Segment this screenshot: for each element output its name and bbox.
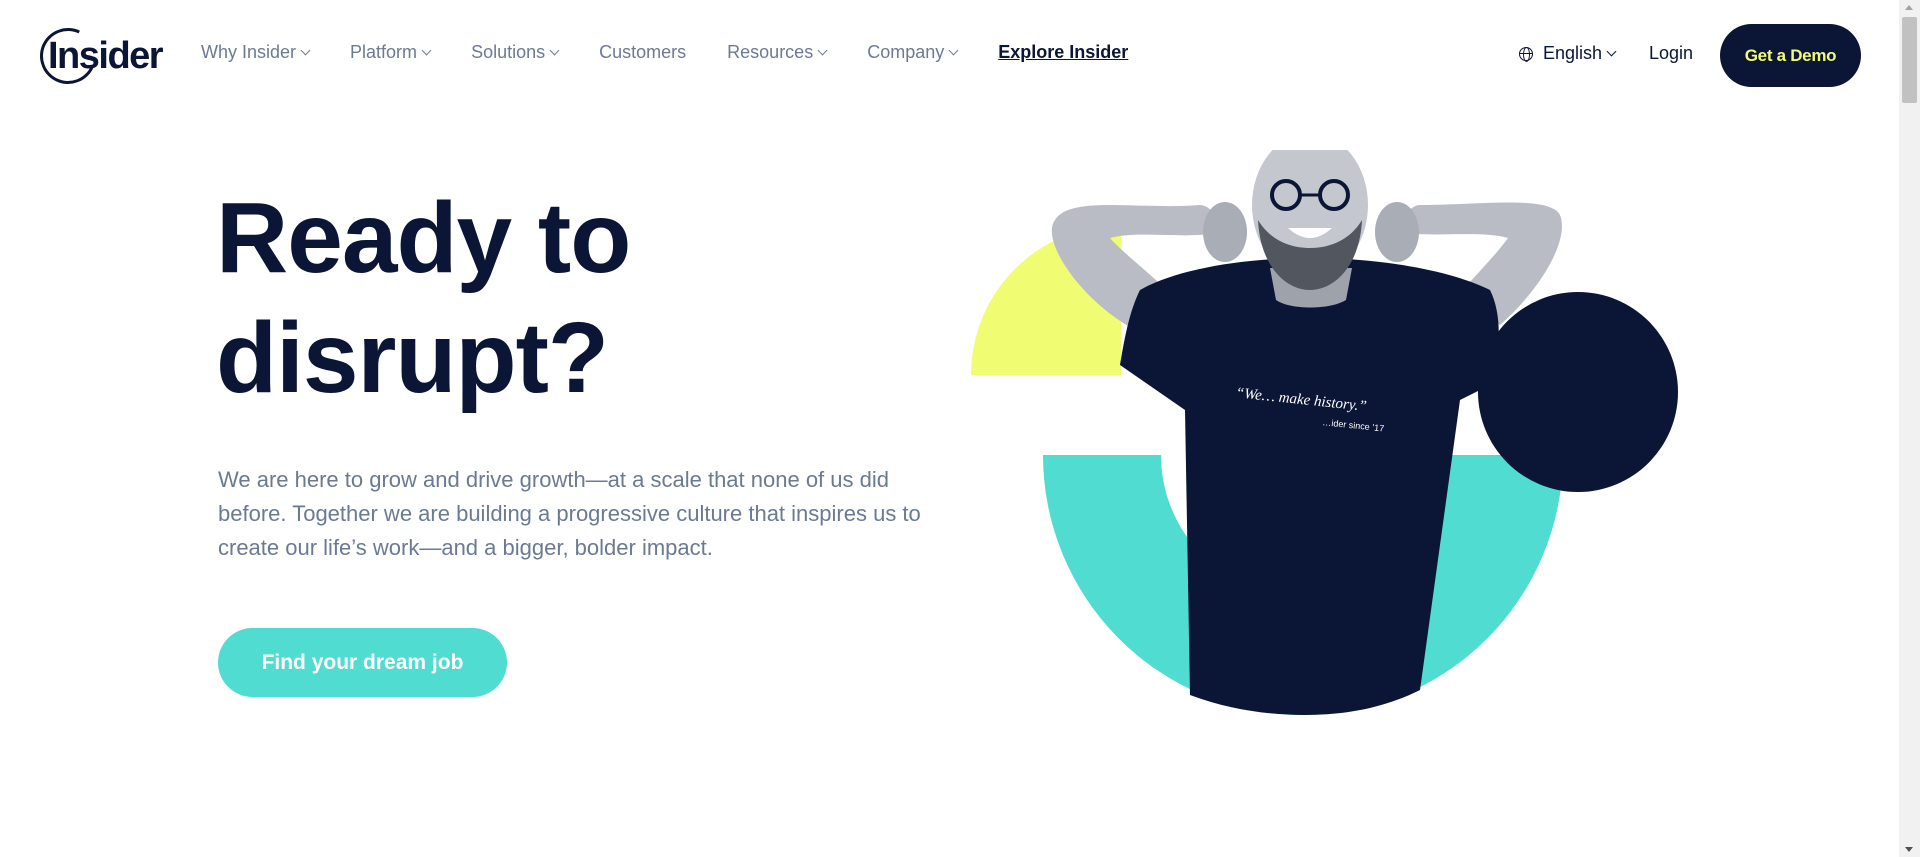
hero-subtext: We are here to grow and drive growth—at … [218,467,921,560]
chevron-down-icon [300,45,311,56]
nav-platform[interactable]: Platform [350,42,432,63]
nav-customers-label: Customers [599,42,687,62]
navy-circle-shape [1478,292,1678,492]
globe-icon [1519,46,1533,62]
login-link[interactable]: Login [1649,43,1693,64]
scrollbar-thumb[interactable] [1902,17,1917,103]
insider-logo[interactable]: Insider [32,20,168,92]
scroll-down-arrow-icon[interactable] [1905,847,1913,852]
page-scrollbar[interactable] [1899,0,1920,857]
find-dream-job-button[interactable]: Find your dream job [218,628,507,697]
hero-headline: Ready to disrupt? [216,178,916,418]
chevron-down-icon [948,45,959,56]
language-label: English [1543,43,1603,63]
left-hand-shape [1203,202,1247,262]
chevron-down-icon [421,45,432,56]
nav-solutions[interactable]: Solutions [471,42,560,63]
nav-company[interactable]: Company [867,42,959,63]
main-nav: Why Insider Platform Solutions Customers… [201,42,1128,63]
hero-illustration: “We… make history.” …ider since ’17 [971,150,1678,715]
chevron-down-icon [549,45,560,56]
nav-why-insider-label: Why Insider [201,42,297,62]
nav-explore-insider[interactable]: Explore Insider [998,42,1128,63]
chevron-down-icon [1606,46,1617,57]
get-a-demo-button[interactable]: Get a Demo [1720,24,1861,87]
nav-resources[interactable]: Resources [727,42,828,63]
right-hand-shape [1375,202,1419,262]
hero-headline-line1: Ready to [216,182,631,294]
nav-resources-label: Resources [727,42,814,62]
nav-solutions-label: Solutions [471,42,546,62]
nav-platform-label: Platform [350,42,418,62]
logo-text: Insider [48,34,164,77]
scroll-up-arrow-icon[interactable] [1905,5,1913,10]
nav-why-insider[interactable]: Why Insider [201,42,311,63]
language-selector[interactable]: English [1519,43,1617,64]
hero-headline-line2: disrupt? [216,302,609,414]
nav-customers[interactable]: Customers [599,42,686,63]
chevron-down-icon [817,45,828,56]
nav-company-label: Company [867,42,945,62]
site-header: Insider Why Insider Platform Solutions C… [0,0,1899,112]
